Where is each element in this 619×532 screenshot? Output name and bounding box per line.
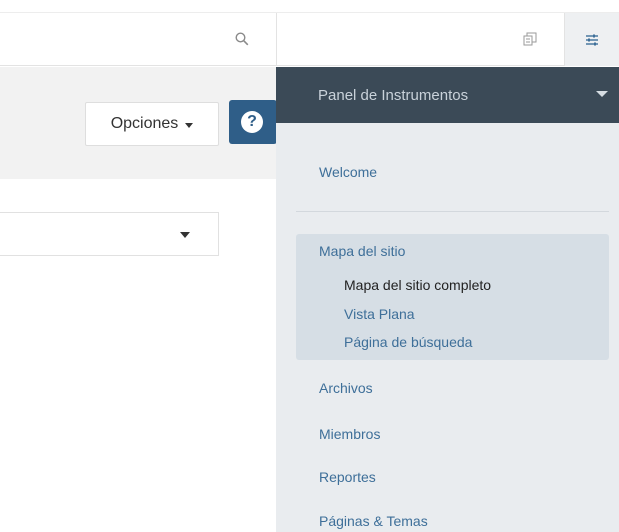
chevron-down-icon xyxy=(180,232,190,238)
chevron-down-icon xyxy=(596,91,608,97)
sitemap-item-flat-view[interactable]: Vista Plana xyxy=(344,306,415,322)
nav-link-members[interactable]: Miembros xyxy=(319,426,380,442)
nav-link-files[interactable]: Archivos xyxy=(319,380,373,396)
panel-title: Panel de Instrumentos xyxy=(318,87,469,104)
options-button[interactable]: Opciones xyxy=(85,102,219,146)
settings-button[interactable] xyxy=(565,13,619,66)
nav-link-reports[interactable]: Reportes xyxy=(319,469,376,485)
copy-icon xyxy=(523,32,537,46)
copy-button[interactable] xyxy=(515,24,545,54)
nav-link-welcome[interactable]: Welcome xyxy=(319,164,377,180)
chevron-down-icon xyxy=(185,122,194,128)
panel-divider xyxy=(296,211,609,212)
sliders-icon xyxy=(586,34,598,45)
sitemap-item-complete[interactable]: Mapa del sitio completo xyxy=(344,277,491,293)
search-icon xyxy=(235,32,249,46)
options-label: Opciones xyxy=(110,115,179,132)
page-header: Opciones ? xyxy=(0,67,277,179)
panel-header[interactable]: Panel de Instrumentos xyxy=(276,67,619,123)
top-toolbar xyxy=(0,12,619,66)
search-button[interactable] xyxy=(227,24,257,54)
dashboard-panel: Panel de Instrumentos Welcome Mapa del s… xyxy=(276,67,619,532)
help-icon: ? xyxy=(241,111,263,133)
toolbar-divider xyxy=(276,13,277,66)
sitemap-group-title[interactable]: Mapa del sitio xyxy=(319,243,405,259)
help-button[interactable]: ? xyxy=(229,100,277,144)
sitemap-item-search-page[interactable]: Página de búsqueda xyxy=(344,334,472,350)
help-icon-glyph: ? xyxy=(247,113,257,130)
select-dropdown[interactable] xyxy=(0,212,219,256)
nav-link-pages-themes[interactable]: Páginas & Temas xyxy=(319,513,428,529)
sitemap-group: Mapa del sitio Mapa del sitio completo V… xyxy=(296,234,609,360)
